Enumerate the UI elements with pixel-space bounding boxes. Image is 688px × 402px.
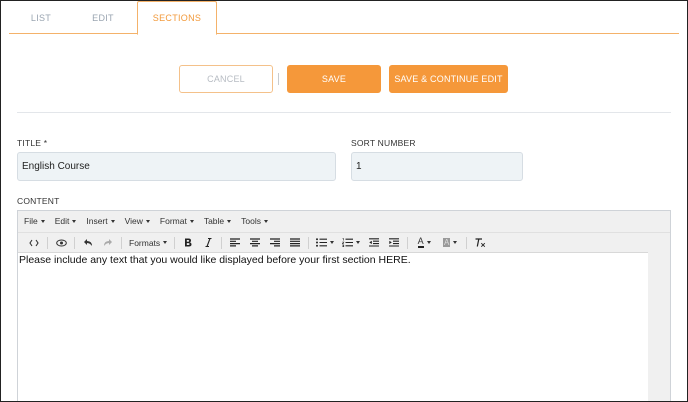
align-center-icon — [250, 238, 261, 247]
toolbar-separator — [221, 236, 223, 249]
align-right-icon — [270, 238, 281, 247]
toolbar-separator — [47, 236, 48, 249]
menu-edit[interactable]: Edit — [55, 216, 77, 226]
redo-button[interactable] — [98, 235, 118, 251]
chevron-down-icon — [163, 241, 168, 244]
align-justify-button[interactable] — [285, 235, 305, 251]
align-center-button[interactable] — [245, 235, 265, 251]
toolbar-separator — [74, 236, 75, 249]
chevron-down-icon — [40, 219, 45, 223]
rich-text-editor: File Edit Insert View Format Table Tools — [17, 210, 671, 401]
tab-sections[interactable]: SECTIONS — [137, 1, 217, 35]
sort-number-label: SORT NUMBER — [351, 138, 416, 148]
indent-button[interactable] — [384, 235, 404, 251]
italic-button[interactable] — [198, 235, 218, 251]
menu-file-label: File — [24, 216, 38, 226]
menu-tools-label: Tools — [241, 216, 261, 226]
bold-icon — [185, 238, 192, 247]
chevron-down-icon — [356, 241, 361, 244]
cancel-button[interactable]: CANCEL — [179, 65, 273, 93]
save-continue-button[interactable]: SAVE & CONTINUE EDIT — [389, 65, 508, 93]
redo-icon — [104, 239, 112, 246]
align-left-icon — [230, 238, 241, 247]
numbered-list-button[interactable] — [338, 235, 364, 251]
source-code-button[interactable] — [24, 235, 44, 251]
editor-paragraph: Please include any text that you would l… — [19, 254, 411, 266]
tab-bar: LIST EDIT SECTIONS — [9, 1, 679, 35]
chevron-down-icon — [264, 219, 268, 223]
menu-file[interactable]: File — [24, 216, 45, 226]
clear-formatting-icon — [475, 238, 485, 247]
chevron-down-icon — [72, 219, 77, 223]
undo-icon — [84, 239, 92, 246]
formats-dropdown[interactable]: Formats — [125, 235, 171, 251]
chevron-down-icon — [227, 219, 232, 223]
italic-icon — [205, 238, 212, 247]
chevron-down-icon — [453, 241, 458, 244]
menu-tools[interactable]: Tools — [241, 216, 268, 226]
save-button[interactable]: SAVE — [287, 65, 381, 93]
toolbar-separator — [121, 236, 122, 249]
toolbar-separator — [407, 236, 409, 249]
align-justify-icon — [290, 238, 301, 247]
numbered-list-icon — [342, 238, 354, 247]
menu-edit-label: Edit — [54, 216, 70, 226]
menu-insert-label: Insert — [86, 216, 108, 226]
button-divider — [278, 73, 279, 85]
menu-view-label: View — [124, 216, 143, 226]
background-color-icon: A — [443, 238, 451, 247]
toolbar-separator — [308, 236, 310, 249]
align-right-button[interactable] — [265, 235, 285, 251]
text-color-button[interactable]: A — [411, 235, 437, 251]
editor-toolbar: Formats A A — [18, 232, 670, 252]
toolbar-separator — [174, 236, 176, 249]
menu-insert[interactable]: Insert — [86, 216, 115, 226]
bullet-list-button[interactable] — [312, 235, 338, 251]
menu-view[interactable]: View — [125, 216, 150, 226]
title-label: TITLE * — [17, 138, 48, 148]
toolbar-separator — [466, 236, 468, 249]
eye-icon — [55, 239, 67, 246]
page-frame: LIST EDIT SECTIONS CANCEL SAVE SAVE & CO… — [0, 0, 688, 402]
menu-format-label: Format — [159, 216, 187, 226]
divider — [17, 112, 671, 113]
align-left-button[interactable] — [225, 235, 245, 251]
undo-button[interactable] — [78, 235, 98, 251]
menu-format[interactable]: Format — [160, 216, 194, 226]
outdent-button[interactable] — [364, 235, 384, 251]
source-code-icon — [29, 239, 39, 246]
bold-button[interactable] — [178, 235, 198, 251]
outdent-icon — [369, 238, 380, 247]
tab-list[interactable]: LIST — [13, 1, 69, 34]
chevron-down-icon — [426, 241, 431, 244]
editor-menubar: File Edit Insert View Format Table Tools — [18, 211, 670, 231]
indent-icon — [389, 238, 400, 247]
sort-number-input[interactable]: 1 — [351, 152, 523, 181]
clear-formatting-button[interactable] — [470, 235, 490, 251]
bullet-list-icon — [316, 238, 328, 247]
text-color-icon: A — [417, 236, 424, 248]
chevron-down-icon — [145, 219, 150, 223]
editor-content-area[interactable]: Please include any text that you would l… — [18, 252, 648, 401]
title-input[interactable]: English Course — [17, 152, 336, 181]
chevron-down-icon — [330, 241, 335, 244]
menu-table-label: Table — [203, 216, 225, 226]
chevron-down-icon — [110, 219, 115, 223]
tab-edit[interactable]: EDIT — [73, 1, 133, 34]
preview-button[interactable] — [51, 235, 71, 251]
formats-label: Formats — [129, 237, 161, 248]
chevron-down-icon — [189, 219, 194, 223]
background-color-button[interactable]: A — [437, 235, 463, 251]
menu-table[interactable]: Table — [203, 216, 232, 226]
content-label: CONTENT — [17, 196, 60, 206]
